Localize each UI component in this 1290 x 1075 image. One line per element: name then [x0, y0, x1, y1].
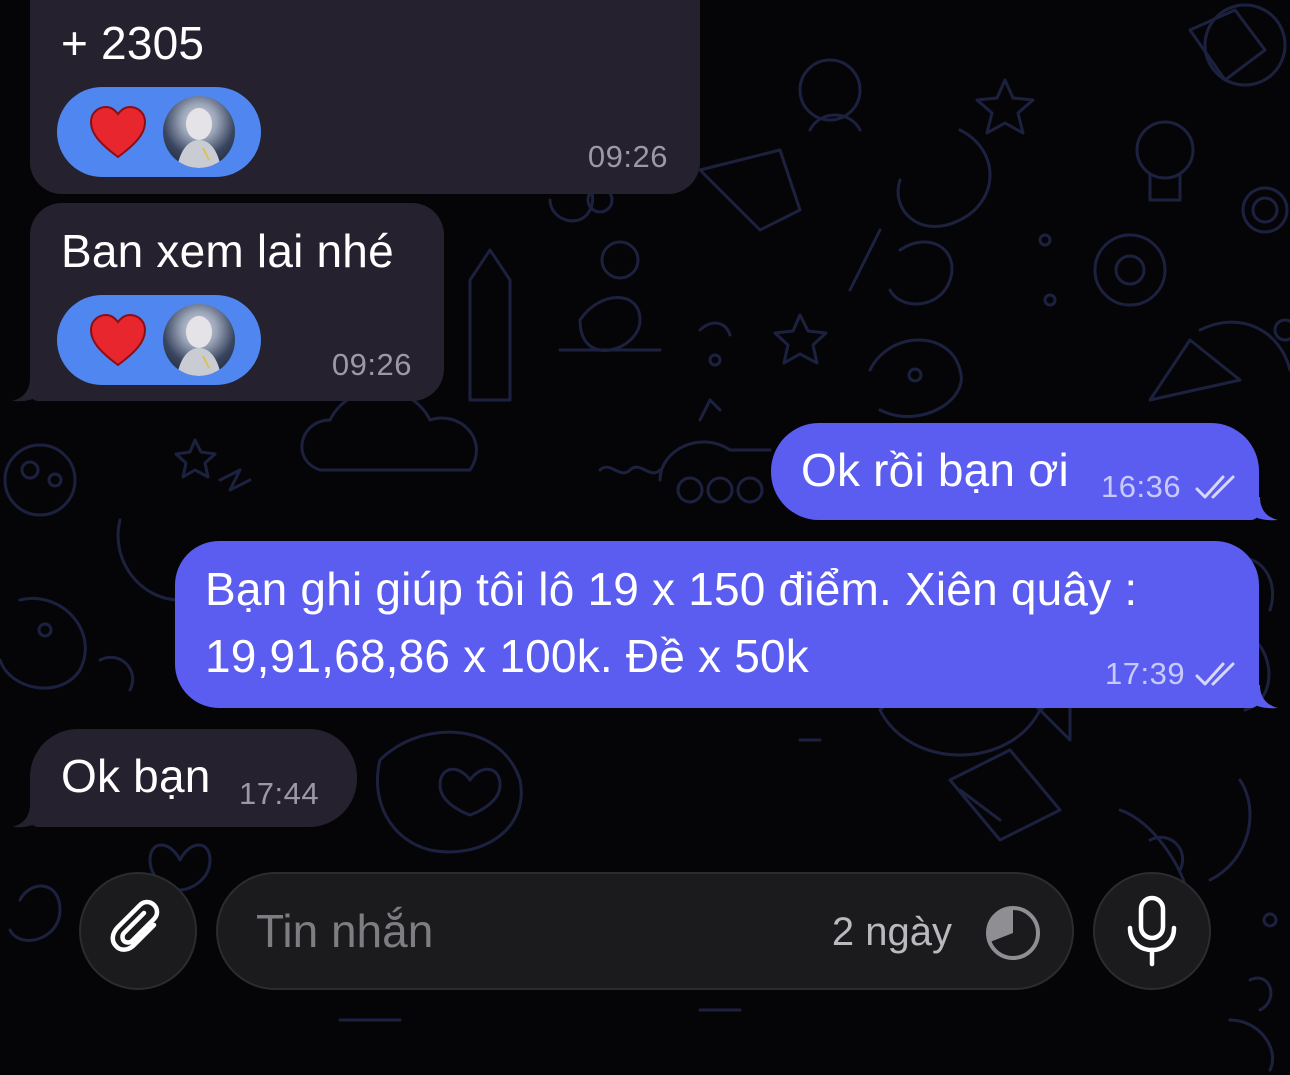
- message-text-line-1: Bạn ghi giúp tôi lô 19 x 150 điểm. Xiên …: [205, 563, 1138, 615]
- bubble-tail: [1248, 497, 1278, 521]
- message-time: 09:26: [587, 139, 668, 174]
- reaction-pill[interactable]: [57, 87, 261, 177]
- heart-reaction-icon: [89, 313, 147, 367]
- message-bubble-incoming[interactable]: Ok bạn 17:44: [30, 729, 357, 827]
- message-time: 09:26: [331, 347, 412, 382]
- message-time: 17:44: [239, 776, 320, 811]
- heart-reaction-icon: [89, 105, 147, 159]
- message-text: Ban xem lai nhé: [61, 225, 394, 277]
- message-input-placeholder: Tin nhắn: [256, 905, 434, 957]
- reaction-pill[interactable]: [57, 295, 261, 385]
- message-text: Ok rồi bạn ơi: [801, 444, 1069, 496]
- message-text: + 2305: [61, 17, 205, 69]
- auto-delete-timer-label[interactable]: 2 ngày: [832, 910, 952, 955]
- bubble-tail: [1248, 685, 1278, 709]
- message-input[interactable]: Tin nhắn 2 ngày: [216, 872, 1074, 990]
- self-destruct-timer-icon[interactable]: [984, 904, 1042, 962]
- message-bubble-outgoing[interactable]: Bạn ghi giúp tôi lô 19 x 150 điểm. Xiên …: [175, 541, 1259, 708]
- message-text-line-2: 19,91,68,86 x 100k. Đề x 50k: [205, 630, 810, 682]
- message-bubble-incoming[interactable]: Ban xem lai nhé 09:26: [30, 203, 444, 401]
- voice-record-button[interactable]: [1093, 872, 1211, 990]
- message-time: 16:36: [1101, 469, 1182, 504]
- reactor-avatar: [163, 96, 235, 168]
- message-text: Ok bạn: [61, 750, 211, 802]
- read-receipt-icon: [1195, 662, 1235, 686]
- message-bubble-incoming[interactable]: + 2305 09:26: [30, 0, 700, 194]
- microphone-icon: [1127, 895, 1177, 967]
- reactor-avatar: [163, 304, 235, 376]
- message-time: 17:39: [1105, 656, 1186, 691]
- attach-button[interactable]: [79, 872, 197, 990]
- read-receipt-icon: [1195, 475, 1235, 499]
- message-bubble-outgoing[interactable]: Ok rồi bạn ơi 16:36: [771, 423, 1259, 520]
- paperclip-icon: [110, 899, 160, 952]
- bubble-tail: [12, 378, 42, 402]
- bubble-tail: [12, 804, 42, 828]
- chat-screen: + 2305 09:26 Ban xem lai nhé 09:26 Ok rồ…: [0, 0, 1290, 1075]
